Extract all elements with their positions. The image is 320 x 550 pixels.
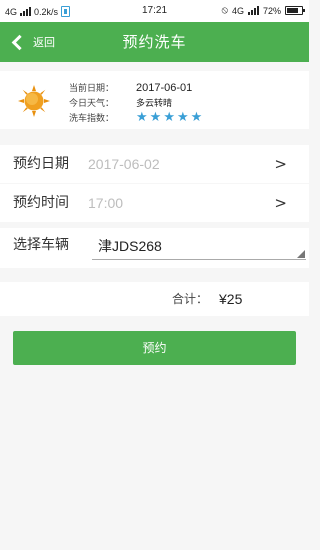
nav-bar: 返回 预约洗车 <box>0 22 309 62</box>
sun-icon <box>18 85 50 117</box>
chevron-right-icon: > <box>274 194 287 212</box>
star-icon: ★ <box>176 110 189 125</box>
total-label: 合计： <box>172 292 209 306</box>
status-right: ⦸ 4G 72% <box>221 5 305 16</box>
book-button[interactable]: 预约 <box>13 331 296 365</box>
wash-index-label: 洗车指数： <box>69 114 115 124</box>
network-type-right: 4G <box>231 5 244 16</box>
vehicle-label: 选择车辆 <box>13 237 69 253</box>
booking-time-value: 17:00 <box>88 195 124 211</box>
weather-card: 当前日期： 2017-06-01 今日天气： 多云转晴 洗车指数： ★ ★ ★ … <box>0 71 309 129</box>
wash-index-stars: ★ ★ ★ ★ ★ <box>136 110 203 125</box>
star-icon: ★ <box>190 110 203 125</box>
weather-condition-row: 今日天气： 多云转晴 <box>69 96 172 109</box>
booking-date-value: 2017-06-02 <box>88 156 160 172</box>
signal-icon-right <box>247 6 259 15</box>
battery-icon <box>285 6 305 15</box>
weather-date-label: 当前日期： <box>69 84 115 94</box>
total-value: ¥25 <box>219 291 243 307</box>
wash-index-row: 洗车指数： ★ ★ ★ ★ ★ <box>69 111 202 124</box>
mute-icon: ⦸ <box>221 5 228 16</box>
star-icon: ★ <box>149 110 162 125</box>
weather-date-value: 2017-06-01 <box>136 81 193 94</box>
booking-date-label: 预约日期 <box>13 156 69 172</box>
battery-percent: 72% <box>262 5 281 16</box>
vehicle-row: 选择车辆 津JDS268 <box>0 228 309 268</box>
booking-time-row[interactable]: 预约时间 17:00 > <box>0 184 309 222</box>
total-row: 合计： ¥25 <box>0 282 309 316</box>
booking-date-row[interactable]: 预约日期 2017-06-02 > <box>0 145 309 183</box>
weather-condition-label: 今日天气： <box>69 99 115 109</box>
vehicle-select[interactable]: 津JDS268 <box>92 234 306 260</box>
page-title: 预约洗车 <box>122 33 187 51</box>
vehicle-value: 津JDS268 <box>98 238 162 254</box>
chevron-right-icon: > <box>274 155 287 173</box>
status-bar: 4G 0.2k/s 17:21 ⦸ 4G 72% <box>0 0 309 22</box>
dropdown-corner-icon <box>297 250 305 258</box>
weather-condition-value: 多云转晴 <box>136 99 173 109</box>
star-icon: ★ <box>163 110 175 125</box>
weather-date-row: 当前日期： 2017-06-01 <box>69 81 193 95</box>
booking-time-label: 预约时间 <box>13 195 69 211</box>
star-icon: ★ <box>136 110 148 125</box>
